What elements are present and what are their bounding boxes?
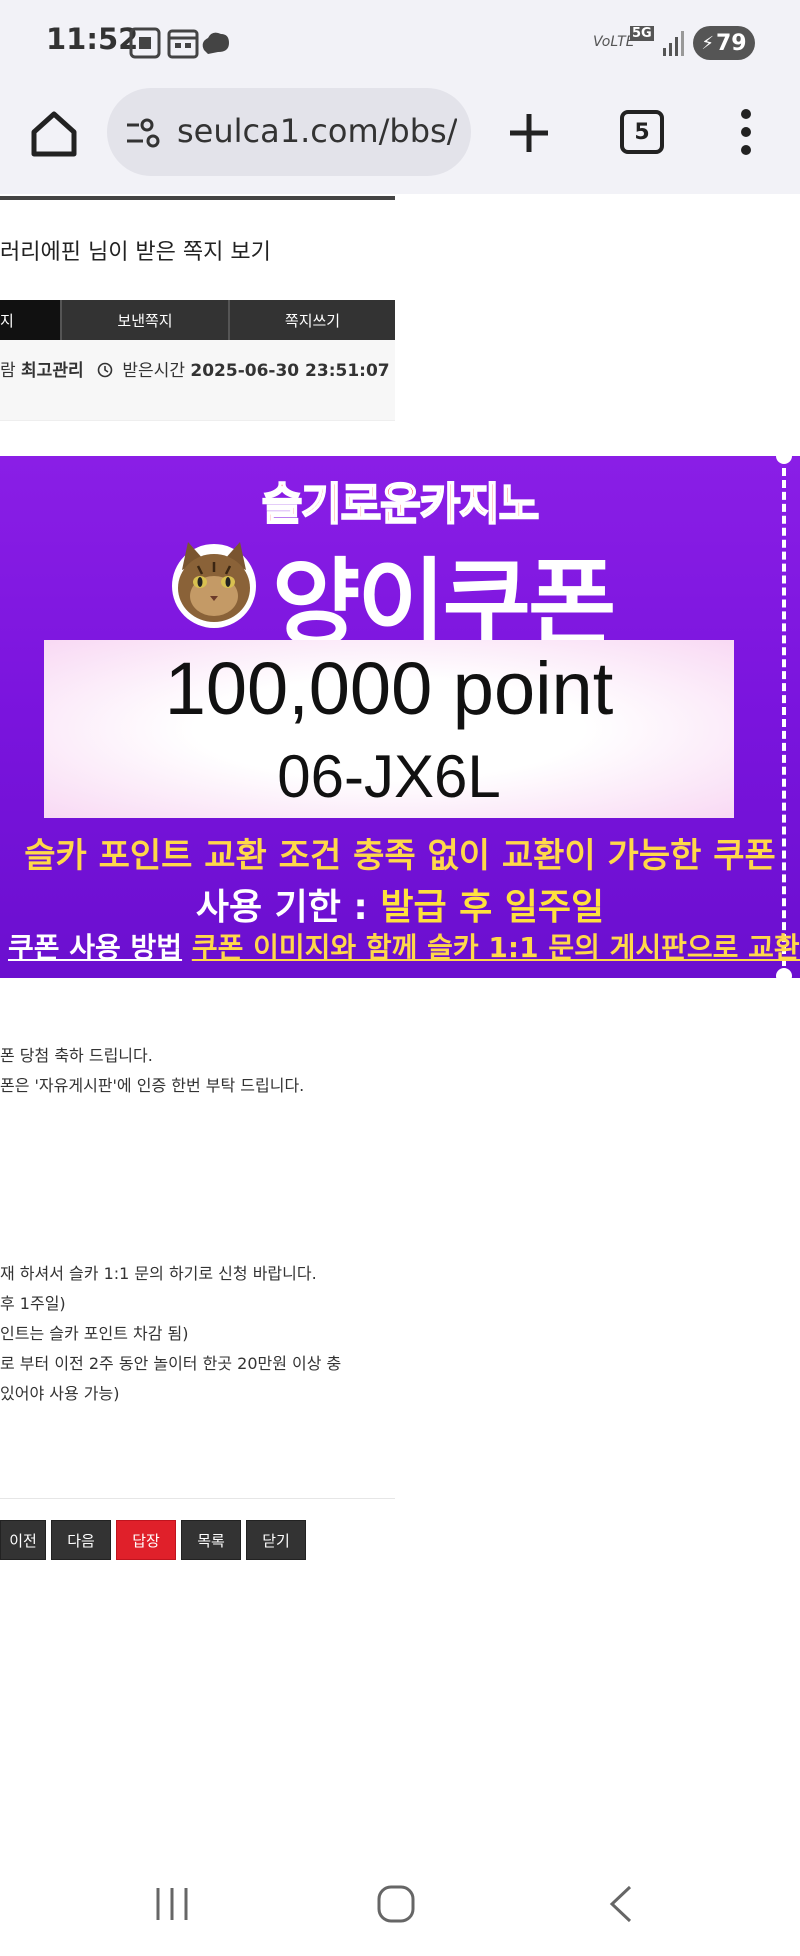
tab-write-memo[interactable]: 쪽지쓰기 bbox=[228, 300, 395, 340]
browser-toolbar: seulca1.com/bbs/ 5 bbox=[0, 86, 800, 195]
coupon-deadline: 사용 기한 : 발급 후 일주일 bbox=[0, 878, 800, 930]
clock-icon bbox=[97, 362, 113, 378]
url-bar[interactable]: seulca1.com/bbs/ bbox=[107, 88, 471, 176]
sender-prefix: 람 bbox=[0, 361, 16, 381]
bottom-divider bbox=[0, 1498, 395, 1499]
volte-indicator: VoLTE bbox=[593, 34, 635, 50]
prev-button[interactable]: 이전 bbox=[0, 1520, 46, 1560]
received-label: 받은시간 bbox=[122, 361, 185, 381]
coupon-description: 슬카 포인트 교환 조건 충족 없이 교환이 가능한 쿠폰 bbox=[24, 836, 776, 876]
bolt-icon: ⚡ bbox=[701, 32, 714, 54]
deadline-label: 사용 기한 : bbox=[195, 887, 368, 928]
howto-value: 쿠폰 이미지와 함께 슬카 1:1 문의 게시판으로 교환 요청 bbox=[191, 931, 800, 964]
close-button[interactable]: 닫기 bbox=[246, 1520, 306, 1560]
tab-label: 쪽지쓰기 bbox=[284, 311, 341, 330]
message-line: 후 1주일) bbox=[0, 1294, 66, 1313]
tab-count: 5 bbox=[634, 119, 650, 145]
tab-label: 지 bbox=[0, 311, 14, 330]
more-menu-icon[interactable] bbox=[740, 108, 752, 156]
message-line: 로 부터 이전 2주 동안 놀이터 한곳 20만원 이상 충 bbox=[0, 1354, 342, 1373]
memo-tabs: 지 보낸쪽지 쪽지쓰기 bbox=[0, 300, 395, 340]
coupon-howto: 쿠폰 사용 방법 쿠폰 이미지와 함께 슬카 1:1 문의 게시판으로 교환 요… bbox=[8, 926, 800, 966]
screenshot-icon bbox=[129, 27, 161, 59]
signal-icon bbox=[663, 31, 684, 56]
message-line: 재 하셔서 슬카 1:1 문의 하기로 신청 바랍니다. bbox=[0, 1264, 317, 1283]
back-icon[interactable] bbox=[602, 1884, 642, 1924]
button-label: 목록 bbox=[197, 1531, 225, 1550]
page-content: 러리에핀 님이 받은 쪽지 보기 지 보낸쪽지 쪽지쓰기 람 최고관리 받은시간… bbox=[0, 194, 800, 1834]
home-icon[interactable] bbox=[28, 108, 80, 160]
tab-received-memo[interactable]: 지 bbox=[0, 300, 60, 340]
button-label: 답장 bbox=[132, 1531, 160, 1550]
url-text: seulca1.com/bbs/ bbox=[177, 112, 457, 150]
cat-icon bbox=[172, 542, 256, 628]
coupon-brand: 슬기로운카지노 bbox=[261, 478, 540, 531]
home-nav-icon[interactable] bbox=[376, 1884, 416, 1924]
coupon-value-box: 100,000 point 06-JX6L bbox=[44, 640, 734, 818]
list-button[interactable]: 목록 bbox=[181, 1520, 241, 1560]
battery-indicator: ⚡ 79 bbox=[693, 26, 755, 60]
action-buttons: 이전 다음 답장 목록 닫기 bbox=[0, 1520, 311, 1560]
cloud-icon bbox=[202, 32, 229, 54]
button-label: 닫기 bbox=[262, 1531, 290, 1550]
sender-name[interactable]: 최고관리 bbox=[21, 361, 84, 381]
tab-label: 보낸쪽지 bbox=[117, 311, 173, 330]
button-label: 이전 bbox=[9, 1531, 37, 1550]
system-nav-bar bbox=[0, 1852, 800, 1956]
calendar-icon bbox=[167, 29, 199, 59]
status-time: 11:52 bbox=[46, 22, 139, 56]
message-line: 인트는 슬카 포인트 차감 됨) bbox=[0, 1324, 189, 1343]
received-time: 2025-06-30 23:51:07 bbox=[190, 361, 390, 381]
battery-level: 79 bbox=[716, 30, 747, 56]
coupon-code: 06-JX6L bbox=[277, 743, 501, 810]
ticket-notch bbox=[776, 456, 792, 464]
new-tab-icon[interactable] bbox=[506, 110, 552, 156]
howto-label: 쿠폰 사용 방법 bbox=[8, 931, 183, 964]
deadline-value: 발급 후 일주일 bbox=[380, 887, 605, 928]
status-bar: 11:52 VoLTE 5G ⚡ 79 bbox=[0, 0, 800, 86]
coupon-points: 100,000 point bbox=[164, 647, 614, 730]
next-button[interactable]: 다음 bbox=[51, 1520, 111, 1560]
site-settings-icon[interactable] bbox=[125, 116, 161, 150]
coupon-banner: 슬기로운카지노 양이쿠폰 100,000 point 06-JX6L 슬카 포인… bbox=[0, 456, 800, 978]
message-line: 있어야 사용 가능) bbox=[0, 1384, 120, 1403]
memo-meta: 람 최고관리 받은시간 2025-06-30 23:51:07 bbox=[0, 340, 395, 421]
button-label: 다음 bbox=[67, 1531, 95, 1550]
network-type: 5G bbox=[630, 26, 654, 41]
recent-apps-icon[interactable] bbox=[152, 1884, 192, 1924]
page-title: 러리에핀 님이 받은 쪽지 보기 bbox=[0, 240, 271, 265]
reply-button[interactable]: 답장 bbox=[116, 1520, 176, 1560]
message-line: 폰 당첨 축하 드립니다. bbox=[0, 1046, 153, 1065]
message-line: 폰은 '자유게시판'에 인증 한번 부탁 드립니다. bbox=[0, 1076, 305, 1095]
tab-switcher-button[interactable]: 5 bbox=[620, 110, 664, 154]
top-divider bbox=[0, 196, 395, 200]
ticket-notch bbox=[776, 968, 792, 978]
meta-text: 람 최고관리 받은시간 2025-06-30 23:51:07 bbox=[0, 356, 390, 381]
tab-sent-memo[interactable]: 보낸쪽지 bbox=[60, 300, 228, 340]
